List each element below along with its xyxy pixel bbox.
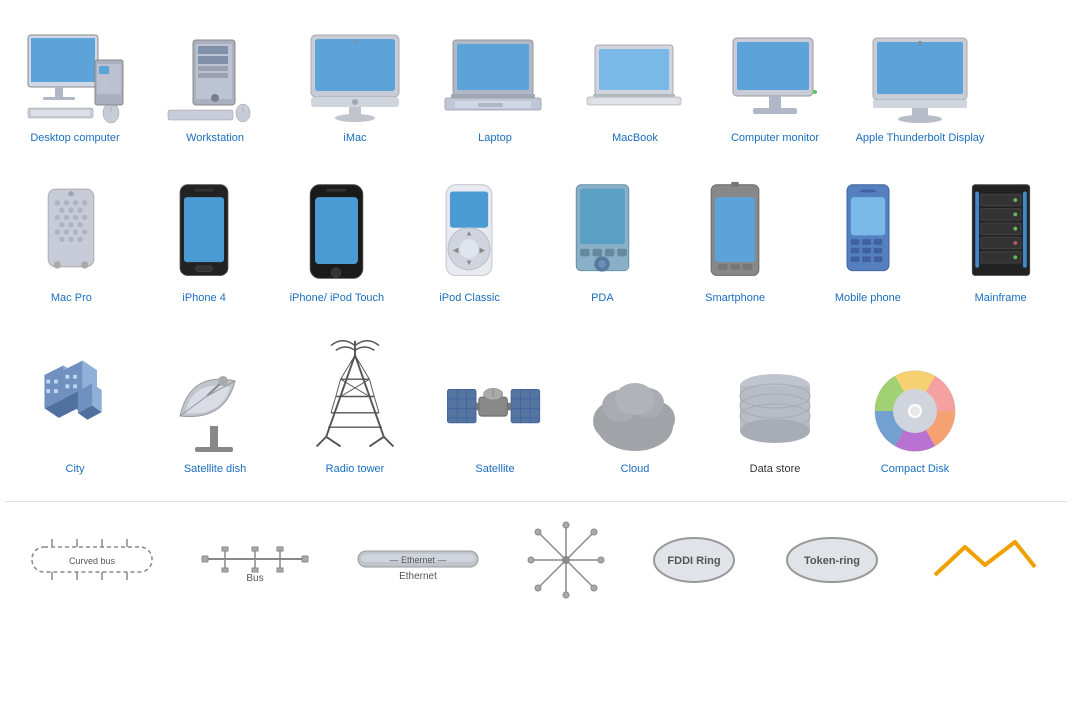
icon-apple-thunderbolt (853, 15, 987, 125)
row-mobile: Mac Pro iPhone 4 (5, 170, 1067, 310)
svg-text:FDDI Ring: FDDI Ring (668, 555, 721, 567)
item-comm-link[interactable]: Comm-link Comm-link (925, 537, 1045, 598)
item-compact-disk[interactable]: Compact Disk (845, 341, 985, 481)
label-workstation: Workstation (186, 131, 244, 145)
label-radio-tower: Radio tower (326, 462, 385, 476)
item-imac[interactable]: iMac (285, 10, 425, 150)
svg-text:Ethernet: Ethernet (399, 571, 437, 582)
main-container: Desktop computer (0, 0, 1072, 626)
item-iphone4[interactable]: iPhone 4 (138, 170, 271, 310)
svg-text:Bus: Bus (246, 573, 263, 582)
item-desktop-computer[interactable]: Desktop computer (5, 10, 145, 150)
label-mobile-phone: Mobile phone (835, 291, 901, 305)
item-smartphone[interactable]: Smartphone (669, 170, 802, 310)
label-laptop: Laptop (478, 131, 512, 145)
icon-data-store (713, 346, 837, 456)
icon-radio-tower (293, 336, 417, 456)
item-mobile-phone[interactable]: Mobile phone (802, 170, 935, 310)
label-satellite-dish: Satellite dish (184, 462, 246, 476)
item-radio-tower[interactable]: Radio tower (285, 331, 425, 481)
icon-mainframe (942, 175, 1059, 285)
item-ethernet[interactable]: — Ethernet — Ethernet Ethernet (353, 537, 483, 598)
label-desktop-computer: Desktop computer (30, 131, 119, 145)
label-computer-monitor: Computer monitor (731, 131, 819, 145)
label-pda: PDA (591, 291, 614, 305)
icon-mac-pro (13, 175, 130, 285)
item-macbook[interactable]: MacBook (565, 10, 705, 150)
item-pda[interactable]: PDA (536, 170, 669, 310)
row-computers: Desktop computer (5, 10, 1067, 150)
icon-laptop (433, 15, 557, 125)
svg-text:▲: ▲ (465, 229, 473, 238)
item-apple-thunderbolt[interactable]: Apple Thunderbolt Display (845, 10, 995, 150)
item-star[interactable]: Star Star (526, 520, 606, 616)
item-city[interactable]: City (5, 341, 145, 481)
icon-cloud (573, 346, 697, 456)
label-compact-disk: Compact Disk (881, 462, 949, 476)
label-mac-pro: Mac Pro (51, 291, 92, 305)
icon-city (13, 346, 137, 456)
item-cloud[interactable]: Cloud (565, 341, 705, 481)
item-fddi-ring[interactable]: FDDI Ring FDDI Ring (649, 530, 739, 606)
label-smartphone: Smartphone (705, 291, 765, 305)
icon-pda (544, 175, 661, 285)
item-mainframe[interactable]: Mainframe (934, 170, 1067, 310)
label-cloud: Cloud (621, 462, 650, 476)
item-iphone-ipod-touch[interactable]: iPhone/ iPod Touch (271, 170, 404, 310)
item-data-store[interactable]: Data store (705, 341, 845, 481)
icon-satellite-dish (153, 346, 277, 456)
item-ipod-classic[interactable]: ▲ ▼ ◀ ▶ iPod Classic (403, 170, 536, 310)
item-mac-pro[interactable]: Mac Pro (5, 170, 138, 310)
icon-mobile-phone (810, 175, 927, 285)
item-workstation[interactable]: Workstation (145, 10, 285, 150)
icon-iphone4 (146, 175, 263, 285)
label-city: City (66, 462, 85, 476)
icon-smartphone (677, 175, 794, 285)
label-data-store: Data store (750, 462, 801, 476)
icon-desktop-computer (13, 15, 137, 125)
item-bus[interactable]: Bus Bus (200, 537, 310, 598)
item-laptop[interactable]: Laptop (425, 10, 565, 150)
label-ipod-classic: iPod Classic (439, 291, 500, 305)
item-computer-monitor[interactable]: Computer monitor (705, 10, 845, 150)
label-iphone4: iPhone 4 (182, 291, 225, 305)
svg-text:Token-ring: Token-ring (804, 555, 860, 567)
row-topology: Curved bus Curved bus (5, 501, 1067, 616)
label-imac: iMac (343, 131, 366, 145)
icon-satellite (433, 346, 557, 456)
item-satellite[interactable]: Satellite (425, 341, 565, 481)
label-iphone-ipod-touch: iPhone/ iPod Touch (290, 291, 385, 305)
item-curved-bus[interactable]: Curved bus Curved bus (27, 537, 157, 598)
icon-macbook (573, 15, 697, 125)
label-macbook: MacBook (612, 131, 658, 145)
icon-computer-monitor (713, 15, 837, 125)
svg-text:— Ethernet —: — Ethernet — (389, 555, 446, 565)
icon-iphone-ipod-touch (279, 175, 396, 285)
row-network: City (5, 331, 1067, 481)
icon-compact-disk (853, 346, 977, 456)
icon-imac (293, 15, 417, 125)
icon-workstation (153, 15, 277, 125)
svg-text:▼: ▼ (465, 258, 473, 267)
item-satellite-dish[interactable]: Satellite dish (145, 341, 285, 481)
icon-ipod-classic: ▲ ▼ ◀ ▶ (411, 175, 528, 285)
label-satellite: Satellite (475, 462, 514, 476)
label-apple-thunderbolt: Apple Thunderbolt Display (856, 131, 985, 145)
item-token-ring[interactable]: Token-ring Token-ring (782, 530, 882, 606)
svg-text:Curved bus: Curved bus (69, 556, 116, 566)
label-mainframe: Mainframe (975, 291, 1027, 305)
